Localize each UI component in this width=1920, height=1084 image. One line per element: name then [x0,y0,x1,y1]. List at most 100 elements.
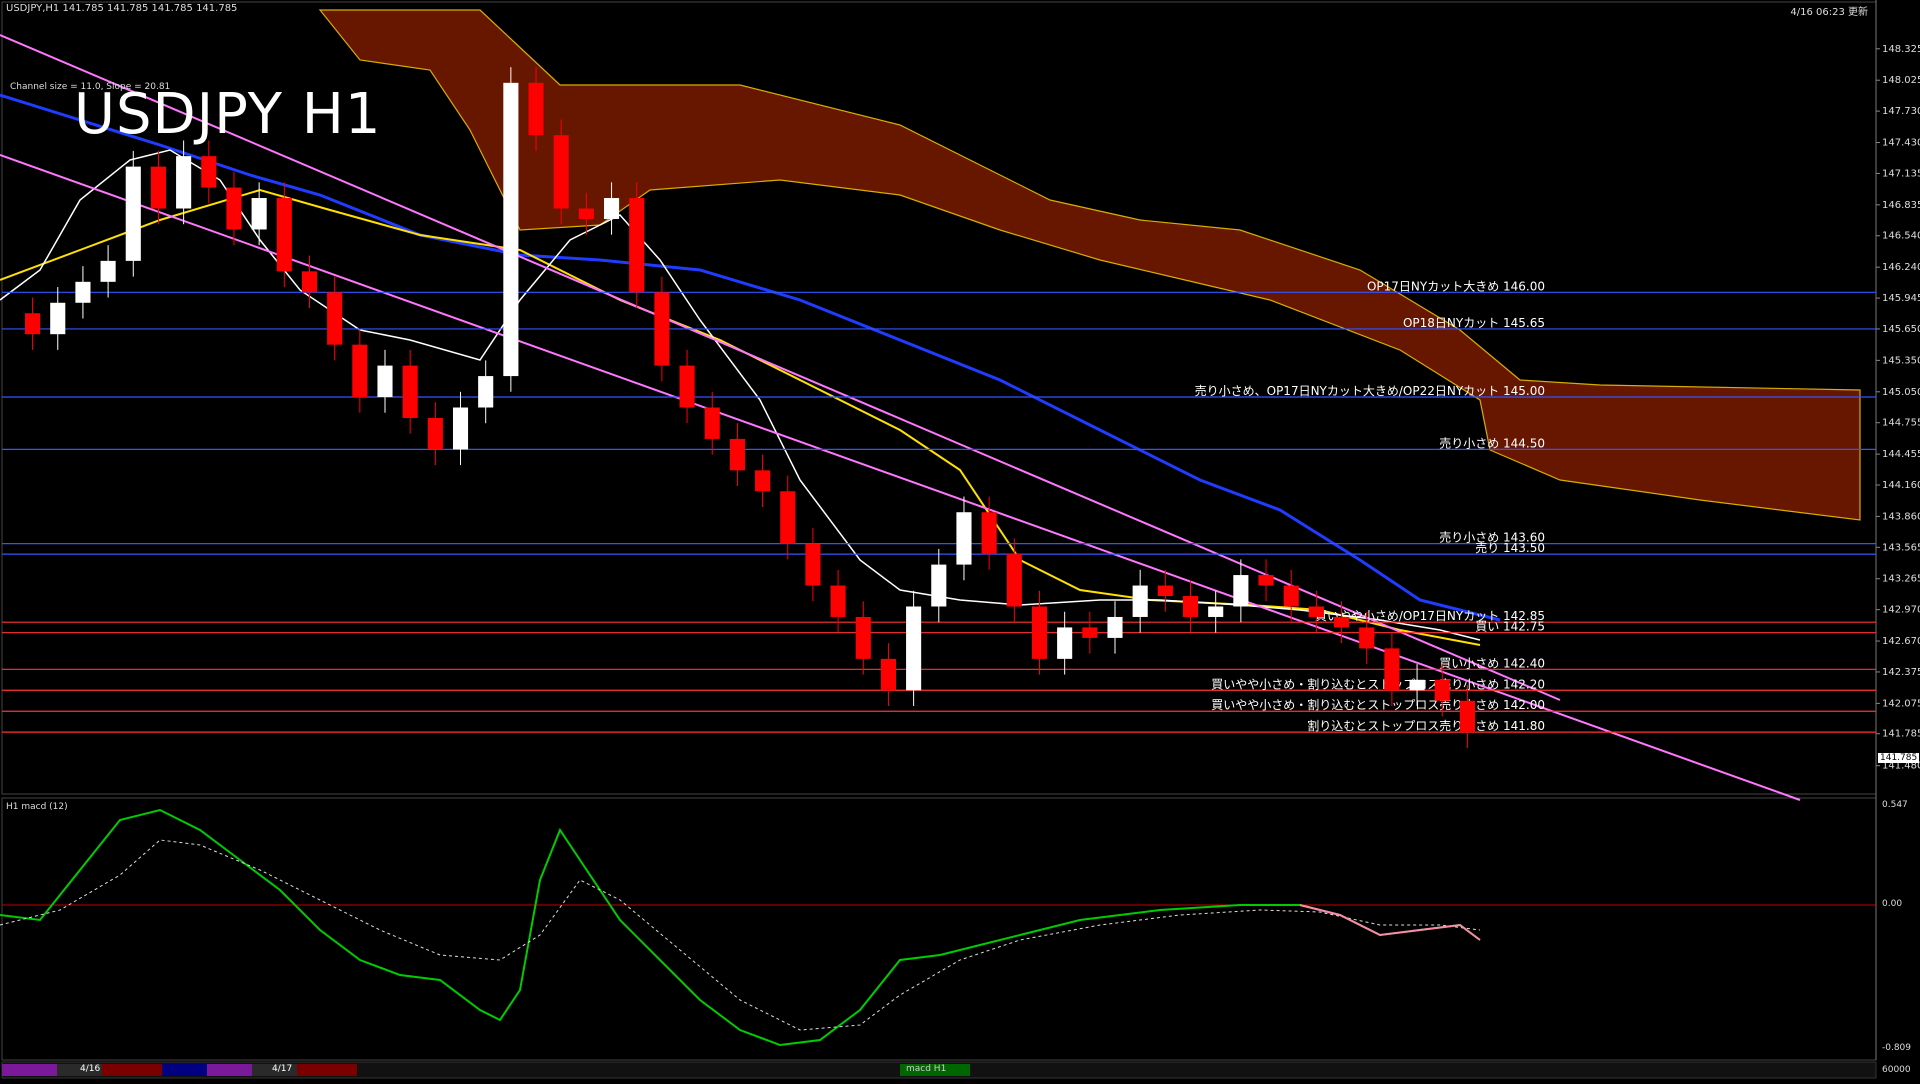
candle-body [125,166,141,261]
y-tick-label: 147.430 [1882,138,1920,149]
candle-body [880,658,896,691]
y-tick-label: 147.730 [1882,106,1920,117]
candle-body [150,166,166,209]
candle-body [553,135,569,209]
level-label: 割り込むとストップロス売り小さめ 141.80 [1307,718,1545,733]
level-label: 売り小さめ、OP17日NYカット大きめ/OP22日NYカット 145.00 [1195,383,1545,398]
y-tick-label: 145.350 [1882,355,1920,366]
last-price-tag: 141.785 [1878,753,1920,763]
candle-body [377,365,393,398]
y-tick-label: 142.970 [1882,605,1920,616]
y-tick-label: 142.670 [1882,636,1920,647]
candle-body [805,543,821,586]
candle-body [755,470,771,492]
candle-body [1308,606,1324,617]
candle-body [1434,679,1450,701]
candle-body [1283,585,1299,607]
y-tick-label: 143.265 [1882,574,1920,585]
candle-body [1031,606,1048,659]
chart-canvas: OP17日NYカット大きめ 146.00 OP18日NYカット 145.65 売り小… [0,0,1920,1080]
tab-date-1[interactable]: 4/16 [80,1064,100,1074]
candle-body [1082,627,1098,638]
candle-body [352,344,368,398]
candle-body [780,491,796,544]
candle-body [75,281,91,303]
candle-body [931,564,947,607]
y-tick-label: 146.540 [1882,231,1920,242]
candle-body [276,198,292,272]
y-tick-label: 143.565 [1882,542,1920,553]
level-label: 買いやや小さめ・割り込むとストップロス売り小さめ 142.20 [1211,676,1545,691]
y-tick-label: 146.835 [1882,200,1920,211]
y-tick-label: 145.650 [1882,324,1920,335]
symbol-header: USDJPY,H1 141.785 141.785 141.785 141.78… [6,3,238,14]
candle-body [327,292,343,345]
candle-body [1258,575,1274,586]
candle-body [1459,700,1475,733]
candle-body [1006,554,1022,607]
level-label: 売り 143.50 [1475,540,1545,555]
candle-body [1208,606,1224,617]
candle-body [1384,648,1400,691]
candle-body [1409,679,1425,691]
y-tick-label: 143.860 [1882,511,1920,522]
candle-body [578,208,594,219]
macd-scale-top: 0.547 [1882,800,1908,810]
candle-body [50,302,66,335]
candle-body [176,156,192,209]
y-tick-label: 145.050 [1882,387,1920,398]
candle-body [654,292,670,366]
update-time: 4/16 06:23 更新 [1790,7,1868,18]
channel-info: Channel size = 11.0, Slope = 20.81 [10,82,171,92]
y-tick-label: 145.945 [1882,293,1920,304]
candle-body [1182,596,1199,617]
candle-body [478,376,494,408]
macd-scale-bot: -0.809 [1882,1043,1912,1053]
candle-body [604,198,620,219]
candle-body [1233,575,1249,607]
candle-body [855,616,871,659]
y-tick-label: 147.135 [1882,168,1920,179]
level-label: 売り小さめ 144.50 [1439,435,1545,450]
candle-body [251,198,267,230]
level-label: 買い 142.75 [1475,620,1545,634]
candle-body [830,585,846,617]
y-tick-label: 144.455 [1882,449,1920,460]
y-tick-label: 148.325 [1882,44,1920,55]
candle-body [528,82,544,136]
level-label: OP18日NYカット 145.65 [1403,316,1545,330]
macd-tab[interactable]: macd H1 [906,1064,946,1074]
y-tick-label: 142.075 [1882,698,1920,709]
candle-body [629,198,645,293]
y-tick-label: 146.240 [1882,262,1920,273]
chart-window: OP17日NYカット大きめ 146.00 OP18日NYカット 145.65 売り小… [0,0,1920,1080]
candle-body [906,606,922,691]
candle-body [704,407,720,439]
level-label: OP17日NYカット大きめ 146.00 [1367,279,1545,293]
candle-body [1132,585,1148,617]
candle-body [1107,616,1123,638]
y-tick-label: 144.755 [1882,418,1920,429]
candle-body [402,365,418,418]
candle-body [729,438,745,471]
candle-body [301,271,318,293]
candle-body [1057,627,1073,659]
candle-body [452,407,469,450]
candle-body [956,512,972,565]
candle-body [201,156,217,188]
candle-body [1157,585,1173,597]
y-tick-label: 148.025 [1882,75,1920,86]
candle-body [226,187,242,230]
macd-scale-mid: 0.00 [1882,899,1903,909]
candle-body [679,365,695,408]
y-tick-label: 141.785 [1882,729,1920,740]
tab-date-2[interactable]: 4/17 [272,1064,292,1074]
candle-body [427,417,443,450]
y-tick-label: 144.160 [1882,480,1920,491]
candle-body [25,313,41,335]
candle-body [503,82,519,377]
candle-body [1359,627,1375,649]
candle-body [1334,616,1350,628]
macd-bottom-tag: 60000 [1882,1065,1911,1075]
macd-label: H1 macd (12) [6,802,68,812]
